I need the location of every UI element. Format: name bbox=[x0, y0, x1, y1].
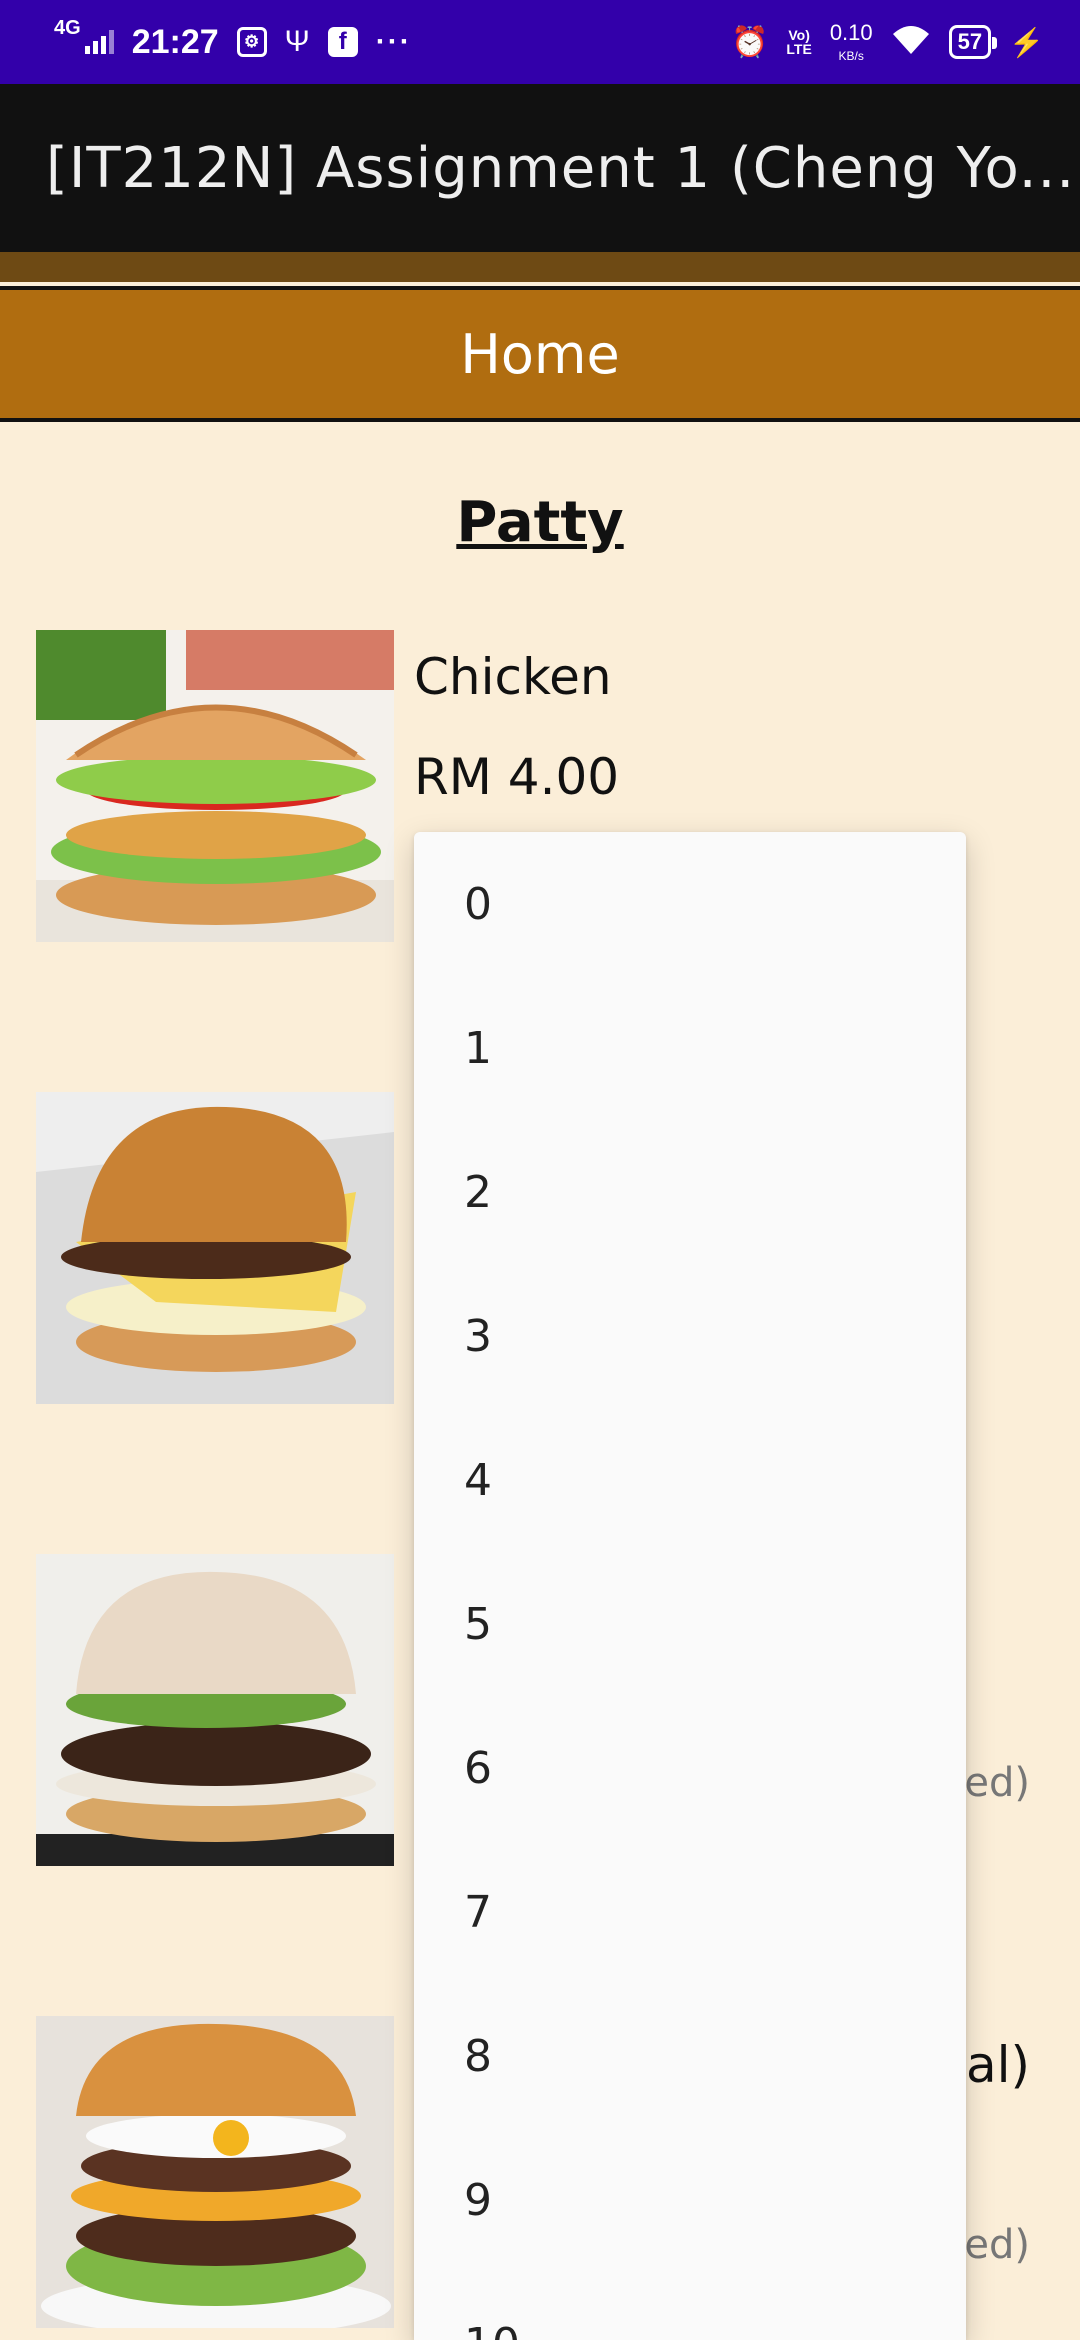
double-burger-image bbox=[36, 2016, 394, 2328]
item-name: Chicken bbox=[414, 648, 612, 706]
dropdown-option[interactable]: 1 bbox=[414, 976, 966, 1120]
dropdown-option[interactable]: 5 bbox=[414, 1552, 966, 1696]
network-type: 4G bbox=[54, 17, 81, 39]
egg-burger-image bbox=[36, 1092, 394, 1404]
dropdown-option[interactable]: 9 bbox=[414, 2128, 966, 2272]
dropdown-option[interactable]: 7 bbox=[414, 1840, 966, 1984]
alarm-icon: ⏰ bbox=[731, 25, 769, 59]
partial-title: al) bbox=[965, 2036, 1030, 2094]
more-icon: ··· bbox=[375, 25, 412, 58]
clock: 21:27 bbox=[131, 22, 219, 61]
status-left: 4G 21:27 ⚙ Ψ f ··· bbox=[54, 18, 412, 62]
battery-indicator: 57 bbox=[948, 25, 998, 59]
app-bar: [IT212N] Assignment 1 (Cheng Yo... bbox=[0, 84, 1080, 252]
usb-icon: Ψ bbox=[284, 25, 310, 58]
home-tab[interactable]: Home bbox=[0, 286, 1080, 422]
speed-value: 0.10 bbox=[829, 20, 873, 45]
quantity-dropdown[interactable]: 012345678910 bbox=[414, 832, 966, 2340]
dropdown-option[interactable]: 2 bbox=[414, 1120, 966, 1264]
dropdown-option[interactable]: 0 bbox=[414, 832, 966, 976]
dropdown-option[interactable]: 10 bbox=[414, 2272, 966, 2340]
home-tab-label: Home bbox=[460, 322, 620, 386]
wifi-icon bbox=[891, 24, 931, 61]
dropdown-option[interactable]: 3 bbox=[414, 1264, 966, 1408]
status-right: ⏰ Vo) LTE 0.10 KB/s 57 ⚡ bbox=[731, 20, 1044, 63]
section-title: Patty bbox=[456, 490, 624, 555]
chicken-burger-image bbox=[36, 630, 394, 942]
dropdown-option[interactable]: 6 bbox=[414, 1696, 966, 1840]
volte-icon: Vo) LTE bbox=[786, 28, 811, 56]
app-title: [IT212N] Assignment 1 (Cheng Yo... bbox=[46, 135, 1076, 201]
item-price: RM 4.00 bbox=[414, 748, 620, 806]
usb-debug-icon: ⚙ bbox=[236, 27, 267, 57]
signal-icon bbox=[84, 30, 114, 54]
header-divider bbox=[0, 252, 1080, 282]
volte-bottom: LTE bbox=[786, 41, 812, 57]
dropdown-option[interactable]: 4 bbox=[414, 1408, 966, 1552]
beef-burger-image bbox=[36, 1554, 394, 1866]
speed-unit: KB/s bbox=[838, 49, 864, 63]
status-bar: 4G 21:27 ⚙ Ψ f ··· ⏰ Vo) LTE 0.10 KB/s 5… bbox=[0, 0, 1080, 84]
dropdown-option[interactable]: 8 bbox=[414, 1984, 966, 2128]
network-speed: 0.10 KB/s bbox=[829, 20, 873, 63]
facebook-icon: f bbox=[327, 27, 358, 57]
charging-icon: ⚡ bbox=[1009, 26, 1044, 58]
